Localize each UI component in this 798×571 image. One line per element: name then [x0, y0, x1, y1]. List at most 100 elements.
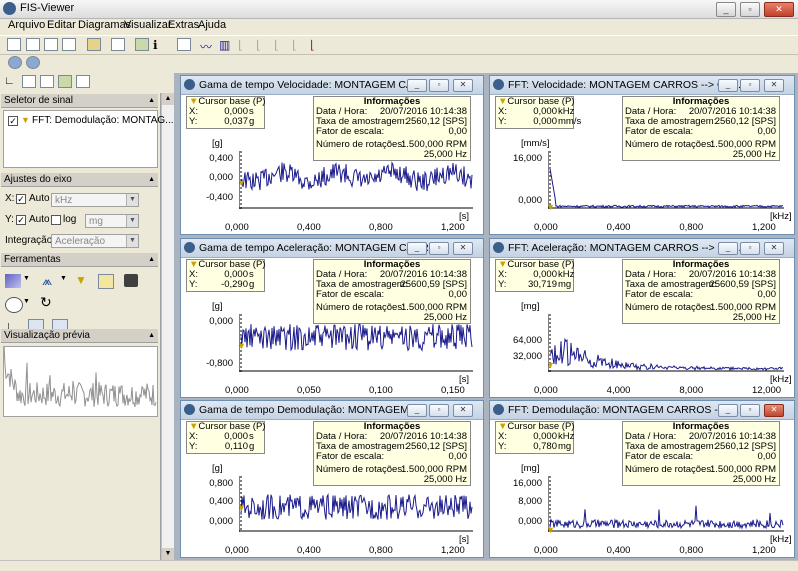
chart-window-2[interactable]: FFT: Velocidade: MONTAGEM CARROS --> CR.…: [489, 75, 795, 235]
preview-header[interactable]: Visualização prévia ▲: [1, 329, 158, 343]
window-close-button[interactable]: ✕: [453, 79, 473, 92]
panel-icon-2[interactable]: [40, 75, 54, 88]
dropdown-icon[interactable]: ▼: [23, 275, 30, 282]
collapse-icon[interactable]: ▲: [148, 94, 155, 108]
collapse-icon[interactable]: ▲: [148, 253, 155, 267]
collapse-icon[interactable]: ▲: [148, 329, 155, 343]
cursor-marker-icon[interactable]: ▼: [237, 503, 246, 513]
x-auto-checkbox[interactable]: ✓: [16, 194, 26, 204]
menu-ajuda[interactable]: Ajuda: [198, 19, 226, 31]
tools-icon[interactable]: [135, 38, 149, 51]
chevron-down-icon[interactable]: ▼: [126, 215, 138, 227]
chart-window-6[interactable]: FFT: Demodulação: MONTAGEM CARROS --> ..…: [489, 400, 795, 558]
plot-area[interactable]: [239, 476, 473, 532]
marker-edit-icon[interactable]: [98, 274, 114, 289]
y-log-checkbox[interactable]: [51, 215, 61, 225]
signal-item-label[interactable]: FFT: Demodulação: MONTAG...: [32, 115, 174, 126]
window-close-button[interactable]: ✕: [764, 404, 784, 417]
tools-header[interactable]: Ferramentas ▲: [1, 253, 158, 267]
minimize-button[interactable]: _: [716, 2, 736, 17]
window-minimize-button[interactable]: _: [718, 242, 738, 255]
plot-area[interactable]: [548, 314, 784, 372]
window-caption[interactable]: FFT: Demodulação: MONTAGEM CARROS --> ..…: [490, 401, 794, 420]
chart-red-icon[interactable]: ⌊: [310, 38, 324, 52]
table-icon[interactable]: [87, 38, 101, 51]
menu-visualizar[interactable]: Visualizar: [124, 19, 172, 31]
layout-grid-icon[interactable]: [62, 38, 76, 51]
cursor-marker-icon[interactable]: ▼: [237, 341, 246, 351]
menu-extras[interactable]: Extras: [168, 19, 199, 31]
window-caption[interactable]: FFT: Velocidade: MONTAGEM CARROS --> CR.…: [490, 76, 794, 95]
info-icon[interactable]: ℹ: [153, 38, 167, 52]
window-maximize-button[interactable]: ▫: [429, 79, 449, 92]
window-minimize-button[interactable]: _: [407, 242, 427, 255]
axis-icon[interactable]: ∟: [4, 75, 18, 88]
dropdown-icon[interactable]: ▼: [23, 298, 30, 305]
layout-cascade-icon[interactable]: [26, 38, 40, 51]
axis-settings-header[interactable]: Ajustes do eixo ▲: [1, 173, 158, 187]
collapse-icon[interactable]: ▲: [148, 173, 155, 187]
window-maximize-button[interactable]: ▫: [429, 242, 449, 255]
integration-select[interactable]: Aceleração ▼: [51, 234, 139, 248]
window-close-button[interactable]: ✕: [453, 242, 473, 255]
line-chart-icon[interactable]: 〰: [200, 38, 214, 54]
window-caption[interactable]: Gama de tempo Demodulação: MONTAGEM ... …: [181, 401, 483, 420]
plot-area[interactable]: [239, 314, 473, 372]
window-maximize-button[interactable]: ▫: [740, 242, 760, 255]
window-minimize-button[interactable]: _: [407, 79, 427, 92]
y-unit-select[interactable]: mg ▼: [85, 214, 139, 228]
maximize-button[interactable]: ▫: [740, 2, 760, 17]
window-caption[interactable]: FFT: Aceleração: MONTAGEM CARROS --> CR.…: [490, 239, 794, 258]
zoom-tool-icon[interactable]: [5, 297, 23, 313]
layout-rows-icon[interactable]: [7, 38, 21, 51]
panel-icon-1[interactable]: [22, 75, 36, 88]
marker-delete-icon[interactable]: ▼: [75, 273, 87, 287]
scroll-down-icon[interactable]: ▼: [162, 548, 174, 560]
chart-window-4[interactable]: FFT: Aceleração: MONTAGEM CARROS --> CR.…: [489, 238, 795, 398]
cursor-marker-icon[interactable]: ▼: [237, 178, 246, 188]
panel-list-icon[interactable]: [76, 75, 90, 88]
preview-plot[interactable]: [3, 346, 158, 417]
menu-editar[interactable]: Editar: [47, 19, 76, 31]
window-maximize-button[interactable]: ▫: [429, 404, 449, 417]
cursor-marker-icon[interactable]: ▼: [546, 360, 555, 370]
scroll-up-icon[interactable]: ▲: [162, 93, 174, 105]
close-button[interactable]: ✕: [764, 2, 794, 17]
window-close-button[interactable]: ✕: [453, 404, 473, 417]
window-caption[interactable]: Gama de tempo Velocidade: MONTAGEM CA...…: [181, 76, 483, 95]
x-unit-select[interactable]: kHz ▼: [51, 193, 139, 207]
dropdown-icon[interactable]: ▼: [60, 275, 67, 282]
cursor-tool-icon[interactable]: [5, 274, 21, 288]
menu-arquivo[interactable]: Arquivo: [8, 19, 45, 31]
camera-icon[interactable]: [124, 274, 138, 287]
zoom-in-icon[interactable]: [8, 56, 22, 69]
window-close-button[interactable]: ✕: [764, 242, 784, 255]
peak-tool-icon[interactable]: ⩕: [42, 273, 52, 289]
signal-checkbox[interactable]: ✓: [8, 116, 18, 126]
window-minimize-button[interactable]: _: [718, 79, 738, 92]
chart-window-3[interactable]: Gama de tempo Aceleração: MONTAGEM CARR.…: [180, 238, 484, 398]
chart-window-5[interactable]: Gama de tempo Demodulação: MONTAGEM ... …: [180, 400, 484, 558]
tree-icon[interactable]: [111, 38, 125, 51]
window-caption[interactable]: Gama de tempo Aceleração: MONTAGEM CARR.…: [181, 239, 483, 258]
cursor-marker-icon[interactable]: ▼: [546, 525, 555, 535]
window-minimize-button[interactable]: _: [718, 404, 738, 417]
chart-window-1[interactable]: Gama de tempo Velocidade: MONTAGEM CA...…: [180, 75, 484, 235]
plot-area[interactable]: [548, 476, 784, 532]
window-maximize-button[interactable]: ▫: [740, 79, 760, 92]
y-auto-checkbox[interactable]: ✓: [16, 215, 26, 225]
signal-selector-header[interactable]: Seletor de sinal ▲: [1, 94, 158, 108]
left-panel-scrollbar[interactable]: ▲ ▼: [161, 93, 174, 560]
refresh-icon[interactable]: ↻: [40, 294, 52, 311]
layout-tile-icon[interactable]: [44, 38, 58, 51]
window-close-button[interactable]: ✕: [764, 79, 784, 92]
cursor-marker-icon[interactable]: ▼: [546, 202, 555, 212]
chevron-down-icon[interactable]: ▼: [126, 194, 138, 206]
chevron-down-icon[interactable]: ▼: [126, 235, 138, 247]
panel-tools-icon[interactable]: [58, 75, 72, 88]
copy-icon[interactable]: [177, 38, 191, 51]
zoom-out-icon[interactable]: [26, 56, 40, 69]
plot-area[interactable]: [239, 151, 473, 209]
plot-area[interactable]: [548, 151, 784, 209]
window-minimize-button[interactable]: _: [407, 404, 427, 417]
